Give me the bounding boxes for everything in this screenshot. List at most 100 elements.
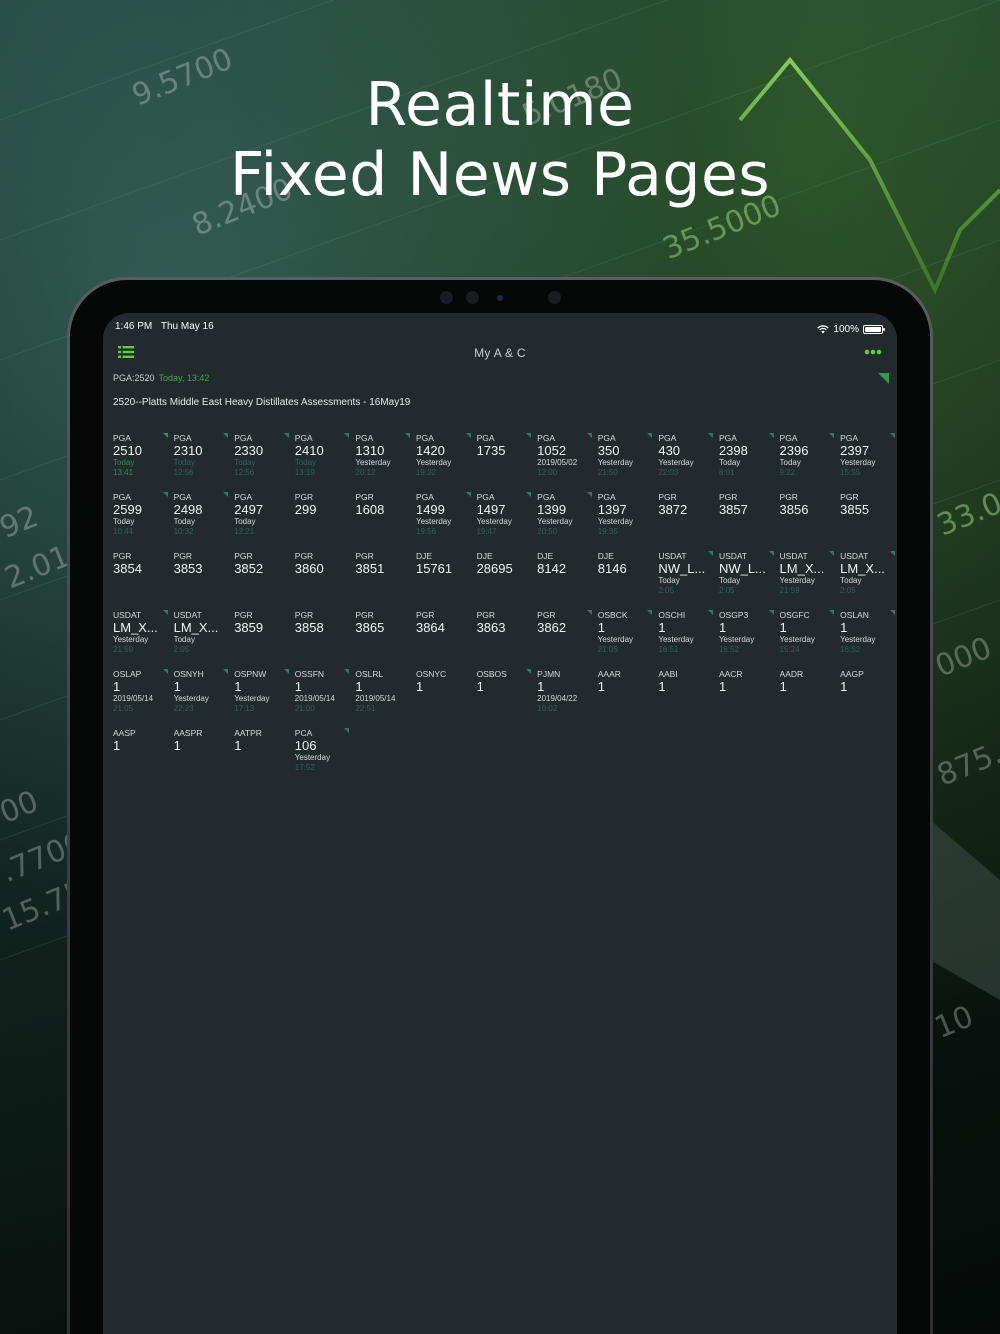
page-tile[interactable]: AADR 1 <box>780 669 841 728</box>
page-tile[interactable]: PGA 2396 Today 9:22 <box>780 433 841 492</box>
page-tile[interactable]: PGR 3864 <box>416 610 477 669</box>
page-tile[interactable]: PGR 3857 <box>719 492 780 551</box>
tile-code: OSNYC <box>415 669 447 679</box>
page-tile[interactable]: PGR 3854 <box>113 551 174 610</box>
tile-date: Today <box>658 576 680 585</box>
tile-code: PGR <box>234 551 253 561</box>
tile-code: PGR <box>355 610 374 620</box>
page-tile[interactable]: OSLAN 1 Yesterday 16:52 <box>840 610 897 669</box>
tile-code: PGR <box>113 551 132 561</box>
page-tile[interactable]: PCA 106 Yesterday 17:52 <box>295 728 356 787</box>
tile-page-number: 1 <box>113 680 121 694</box>
page-tile[interactable]: PJMN 1 2019/04/22 10:02 <box>537 669 598 728</box>
page-tile[interactable]: AAGP 1 <box>840 669 897 728</box>
tile-page-number: 1 <box>113 739 121 753</box>
page-tile[interactable]: USDAT LM_X... Yesterday 21:59 <box>780 551 841 610</box>
page-tile[interactable]: OSCHI 1 Yesterday 16:51 <box>658 610 719 669</box>
page-tile[interactable]: PGR 3853 <box>174 551 235 610</box>
tile-code: PGR <box>294 610 314 620</box>
page-tile[interactable]: OSBCK 1 Yesterday 21:05 <box>598 610 659 669</box>
page-tile[interactable]: PGA 2498 Today 10:32 <box>174 492 235 551</box>
tile-page-number: 2310 <box>173 444 203 458</box>
page-tile[interactable]: AASP 1 <box>113 728 174 787</box>
tile-page-number: 28695 <box>476 562 513 576</box>
page-tile[interactable]: PGA 2310 Today 12:56 <box>174 433 235 492</box>
page-tile[interactable]: PGA 2599 Today 10:44 <box>113 492 174 551</box>
page-tile[interactable]: PGR 299 <box>295 492 356 551</box>
page-tile[interactable]: PGA 1420 Yesterday 19:32 <box>416 433 477 492</box>
tile-date: Today <box>173 635 195 644</box>
page-tile[interactable]: OSLAP 1 2019/05/14 21:05 <box>113 669 174 728</box>
page-tile[interactable]: OSGFC 1 Yesterday 15:24 <box>780 610 841 669</box>
page-tile[interactable]: PGA 2497 Today 12:21 <box>234 492 295 551</box>
tile-page-number: 1 <box>173 739 181 753</box>
list-icon[interactable] <box>118 345 134 359</box>
page-tile[interactable]: PGA 1735 <box>477 433 538 492</box>
update-marker-icon <box>883 551 895 556</box>
tile-date: Today <box>113 517 135 526</box>
page-tile[interactable]: PGR 3872 <box>658 492 719 551</box>
ellipsis-icon[interactable] <box>864 349 882 355</box>
page-tile[interactable]: OSGP3 1 Yesterday 16:52 <box>719 610 780 669</box>
page-tile[interactable]: PGR 3860 <box>295 551 356 610</box>
page-tile[interactable]: PGR 3862 <box>537 610 598 669</box>
tile-code: AABI <box>658 669 678 679</box>
page-tile[interactable]: OSSFN 1 2019/05/14 21:00 <box>295 669 356 728</box>
page-tile[interactable]: PGR 1608 <box>355 492 416 551</box>
page-tile[interactable]: PGR 3856 <box>780 492 841 551</box>
page-tile[interactable]: PGA 1499 Yesterday 19:56 <box>416 492 477 551</box>
page-tile[interactable]: PGR 3863 <box>477 610 538 669</box>
page-tile[interactable]: PGA 2510 Today 13:41 <box>113 433 174 492</box>
page-tile[interactable]: USDAT NW_L... Today 2:05 <box>658 551 719 610</box>
page-tile[interactable]: DJE 28695 <box>477 551 538 610</box>
page-tile[interactable]: AABI 1 <box>658 669 719 728</box>
page-tile[interactable]: USDAT LM_X... Today 2:05 <box>840 551 897 610</box>
page-tile[interactable]: OSLRL 1 2019/05/14 22:51 <box>355 669 416 728</box>
headline-line-1: Realtime <box>365 70 635 140</box>
page-tile[interactable]: AATPR 1 <box>234 728 295 787</box>
tablet-bezel: 1:46 PM Thu May 16 100% My A & C PGA:252… <box>70 280 930 1334</box>
page-tile[interactable]: DJE 15761 <box>416 551 477 610</box>
page-tile[interactable]: PGR 3851 <box>355 551 416 610</box>
page-tile[interactable]: AASPR 1 <box>174 728 235 787</box>
page-tile[interactable]: PGR 3855 <box>840 492 897 551</box>
page-tile[interactable]: PGR 3858 <box>295 610 356 669</box>
tile-page-number: 2398 <box>718 444 748 458</box>
page-tile[interactable]: PGA 430 Yesterday 22:03 <box>658 433 719 492</box>
page-tile[interactable]: PGA 2397 Yesterday 15:55 <box>840 433 897 492</box>
tile-date: 2019/04/22 <box>537 694 578 703</box>
tile-page-number: 1 <box>718 680 727 694</box>
update-marker-icon <box>762 433 774 438</box>
page-tile[interactable]: OSNYH 1 Yesterday 22:23 <box>174 669 235 728</box>
page-tile[interactable]: DJE 8142 <box>537 551 598 610</box>
tile-page-number: 3854 <box>113 562 142 576</box>
page-tile[interactable]: USDAT LM_X... Yesterday 21:59 <box>113 610 174 669</box>
tile-code: AASP <box>113 728 136 738</box>
page-tile[interactable]: PGA 1310 Yesterday 20:12 <box>355 433 416 492</box>
page-tile[interactable]: AACR 1 <box>719 669 780 728</box>
page-tile[interactable]: PGA 1497 Yesterday 19:47 <box>477 492 538 551</box>
tile-date: Yesterday <box>173 694 209 703</box>
page-tile[interactable]: PGA 350 Yesterday 21:50 <box>598 433 659 492</box>
page-tile[interactable]: PGA 2398 Today 8:01 <box>719 433 780 492</box>
tile-date: Today <box>113 458 135 467</box>
update-marker-icon <box>823 433 835 438</box>
page-tile[interactable]: OSNYC 1 <box>416 669 477 728</box>
page-tile[interactable]: PGR 3852 <box>234 551 295 610</box>
page-tile[interactable]: PGA 2330 Today 12:56 <box>234 433 295 492</box>
page-tile[interactable]: PGR 3865 <box>355 610 416 669</box>
page-tile[interactable]: PGA 2410 Today 13:19 <box>295 433 356 492</box>
page-tile[interactable]: OSPNW 1 Yesterday 17:13 <box>234 669 295 728</box>
page-tile[interactable]: USDAT NW_L... Today 2:05 <box>719 551 780 610</box>
tile-page-number: 430 <box>658 444 681 458</box>
tile-page-number: 8142 <box>537 562 567 576</box>
page-tile[interactable]: DJE 8146 <box>598 551 659 610</box>
page-tile[interactable]: OSBOS 1 <box>477 669 538 728</box>
page-tile[interactable]: USDAT LM_X... Today 2:05 <box>174 610 235 669</box>
page-tile[interactable]: PGA 1397 Yesterday 19:35 <box>598 492 659 551</box>
page-tile[interactable]: PGR 3859 <box>234 610 295 669</box>
page-tile[interactable]: AAAR 1 <box>598 669 659 728</box>
page-tile[interactable]: PGA 1052 2019/05/02 12:00 <box>537 433 598 492</box>
page-tile[interactable]: PGA 1399 Yesterday 20:50 <box>537 492 598 551</box>
update-marker-icon <box>878 373 889 384</box>
